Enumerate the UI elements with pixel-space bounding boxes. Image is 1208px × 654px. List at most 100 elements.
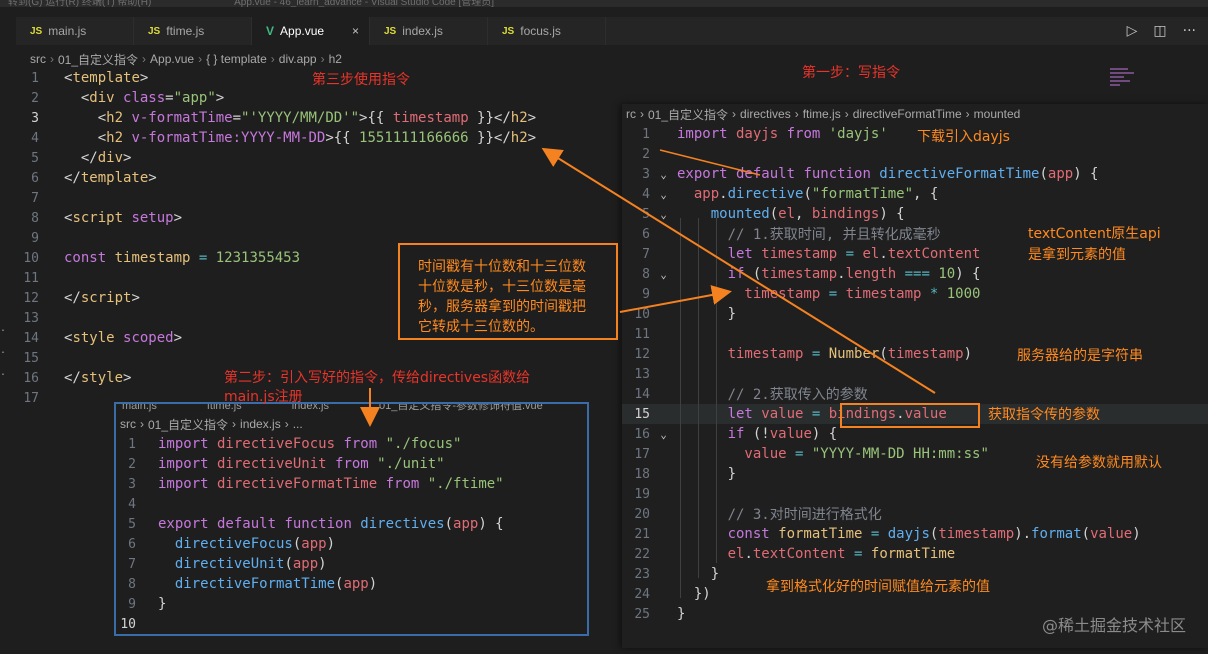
code-line[interactable]: 2 <box>622 144 1208 164</box>
line-number: 3 <box>128 476 136 492</box>
menu-bar[interactable]: 转到(G) 运行(R) 终端(T) 帮助(H) <box>8 0 151 7</box>
ftime-code[interactable]: 1 import dayjs from 'dayjs' 2 3 ⌄ export defa… <box>622 124 1208 624</box>
code-line[interactable]: 7 directiveUnit(app) <box>116 554 587 574</box>
code-line[interactable]: 2 import directiveUnit from "./unit" <box>116 454 587 474</box>
fold-chevron-icon[interactable]: ⌄ <box>650 168 677 181</box>
fold-chevron-icon[interactable]: ⌄ <box>650 268 677 281</box>
code-token: . <box>837 266 846 282</box>
close-icon[interactable]: × <box>352 24 359 38</box>
code-line[interactable]: 3 ⌄ export default function directiveForma… <box>622 164 1208 184</box>
tab-main-js[interactable]: JS main.js <box>16 17 134 45</box>
tab-App-vue[interactable]: V App.vue × <box>252 17 370 45</box>
line-code: <div class="app"> <box>64 90 224 106</box>
code-token: script <box>72 210 124 226</box>
line-code: <h2 v-formatTime:YYYY-MM-DD>{{ 155111116… <box>64 130 536 146</box>
breadcrumb-item[interactable]: directives <box>740 107 791 121</box>
breadcrumb-item[interactable]: directiveFormatTime <box>853 107 962 121</box>
split-editor-icon[interactable]: ◫ <box>1153 23 1166 39</box>
tab-focus-js[interactable]: JS focus.js <box>488 17 606 45</box>
code-line[interactable]: 13 <box>622 364 1208 384</box>
minimap[interactable] <box>1110 68 1140 98</box>
code-token: formatTime <box>769 526 863 542</box>
line-code: <template> <box>64 70 148 86</box>
code-line[interactable]: 4 <box>116 494 587 514</box>
code-token: ( <box>769 206 779 222</box>
breadcrumb-item[interactable]: src <box>30 52 46 66</box>
tab-index-js[interactable]: JS index.js <box>370 17 488 45</box>
breadcrumb-item[interactable]: ... <box>293 417 303 431</box>
code-line[interactable]: 22 el.textContent = formatTime <box>622 544 1208 564</box>
code-line[interactable]: 9} <box>116 594 587 614</box>
code-line[interactable]: 10 } <box>622 304 1208 324</box>
code-token: // 2.获取传入的参数 <box>677 387 868 403</box>
code-line[interactable]: 3 <h2 v-formatTime="'YYYY/MM/DD'">{{ tim… <box>0 108 620 128</box>
line-number: 2 <box>128 456 136 472</box>
code-line[interactable]: 10 <box>116 614 587 634</box>
code-token: template <box>80 170 149 186</box>
line-code: const timestamp = 1231355453 <box>64 250 300 266</box>
code-line[interactable]: 3 import directiveFormatTime from "./ftim… <box>116 474 587 494</box>
code-line[interactable]: 8 directiveFormatTime(app) <box>116 574 587 594</box>
step2-annotation-line1: 第二步：引入写好的指令，传给directives函数给 <box>224 370 531 386</box>
breadcrumb-item[interactable]: src <box>120 417 136 431</box>
line-code: // 2.获取传入的参数 <box>677 384 868 404</box>
tab-label: App.vue <box>280 24 325 38</box>
code-token: ) { <box>478 516 504 532</box>
breadcrumb-item[interactable]: 01_自定义指令 <box>648 106 728 123</box>
code-token: formatTime <box>870 546 956 562</box>
code-line[interactable]: 9 timestamp = timestamp * 1000 <box>622 284 1208 304</box>
tab-ftime-js[interactable]: JS ftime.js <box>134 17 252 45</box>
code-token: function <box>276 516 352 532</box>
run-icon[interactable]: ▷ <box>1127 23 1138 39</box>
breadcrumb-item[interactable]: 01_自定义指令 <box>58 51 138 68</box>
code-line[interactable]: 7 <box>0 188 620 208</box>
code-line[interactable]: 4 ⌄ app.directive("formatTime", { <box>622 184 1208 204</box>
code-line[interactable]: 19 <box>622 484 1208 504</box>
index-js-panel: main.js ftime.js index.js 01_自定义指令-参数修饰符值.v… <box>114 402 589 636</box>
code-line[interactable]: 2 <div class="app"> <box>0 88 620 108</box>
breadcrumb-item[interactable]: div.app <box>279 52 317 66</box>
code-line[interactable]: 20 // 3.对时间进行格式化 <box>622 504 1208 524</box>
code-token: > <box>123 150 132 166</box>
breadcrumb-item[interactable]: ftime.js <box>803 107 841 121</box>
breadcrumb-item[interactable]: 01_自定义指令 <box>148 416 228 433</box>
code-line[interactable]: 1 import dayjs from 'dayjs' <box>622 124 1208 144</box>
code-token: app <box>301 536 327 552</box>
breadcrumb-item[interactable]: { } template <box>206 52 267 66</box>
code-line[interactable]: 14 // 2.获取传入的参数 <box>622 384 1208 404</box>
fold-chevron-icon[interactable]: ⌄ <box>650 428 677 441</box>
code-line[interactable]: 1 <template> <box>0 68 620 88</box>
code-line[interactable]: 5 ⌄ mounted(el, bindings) { <box>622 204 1208 224</box>
line-code: let timestamp = el.textContent <box>677 246 981 262</box>
code-token: </ <box>64 370 81 386</box>
line-code: import directiveUnit from "./unit" <box>158 456 445 472</box>
line-number: 2 <box>642 146 650 162</box>
code-line[interactable]: 21 const formatTime = dayjs (timestamp).f… <box>622 524 1208 544</box>
code-line[interactable]: 8 ⌄ if (timestamp.length === 10) { <box>622 264 1208 284</box>
line-number: 11 <box>634 326 650 342</box>
code-token: app <box>343 576 369 592</box>
code-line[interactable]: 5 export default function directives(app)… <box>116 514 587 534</box>
code-line[interactable]: 5 </div> <box>0 148 620 168</box>
more-actions-icon[interactable]: ··· <box>1183 23 1196 39</box>
breadcrumb-item[interactable]: mounted <box>974 107 1021 121</box>
code-line[interactable]: 4 <h2 v-formatTime:YYYY-MM-DD>{{ 1551111… <box>0 128 620 148</box>
code-line[interactable]: 15 <box>0 348 620 368</box>
fold-chevron-icon[interactable]: ⌄ <box>650 188 677 201</box>
code-line[interactable]: 6 directiveFocus(app) <box>116 534 587 554</box>
breadcrumb-item[interactable]: App.vue <box>150 52 194 66</box>
chevron-right-icon: › <box>640 107 644 121</box>
code-line[interactable]: 6 </template> <box>0 168 620 188</box>
line-code: <h2 v-formatTime="'YYYY/MM/DD'">{{ times… <box>64 110 536 126</box>
breadcrumb-item[interactable]: h2 <box>329 52 342 66</box>
index-code[interactable]: 1 import directiveFocus from "./focus" 2 im… <box>116 434 587 634</box>
code-line[interactable]: 11 <box>622 324 1208 344</box>
breadcrumb-item[interactable]: index.js <box>240 417 281 431</box>
fold-chevron-icon[interactable]: ⌄ <box>650 208 677 221</box>
breadcrumb-item[interactable]: rc <box>626 107 636 121</box>
code-token: ) <box>326 536 336 552</box>
main-editor[interactable]: 1 <template> 2 <div class="app"> 3 <h2 v-fo… <box>0 68 620 408</box>
code-line[interactable]: 8 <script setup> <box>0 208 620 228</box>
line-code: </style> <box>64 370 131 386</box>
code-line[interactable]: 1 import directiveFocus from "./focus" <box>116 434 587 454</box>
